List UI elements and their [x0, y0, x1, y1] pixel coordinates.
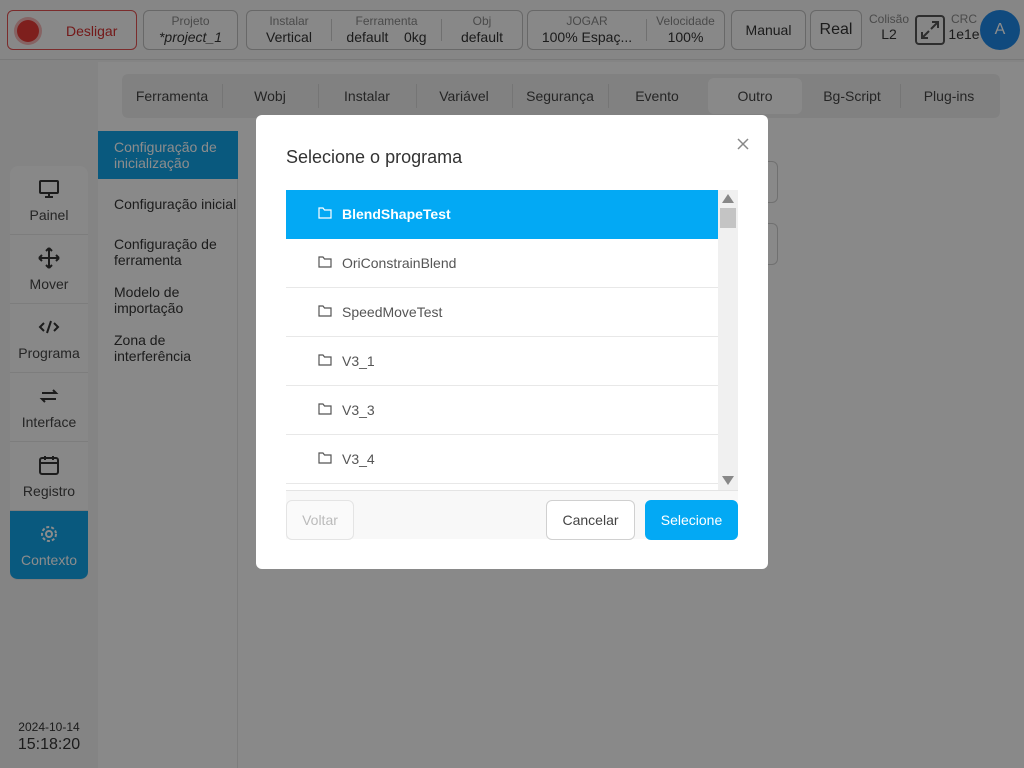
select-button[interactable]: Selecione: [645, 500, 738, 540]
select-program-dialog: Selecione o programa BlendShapeTest OriC…: [256, 115, 768, 569]
folder-icon: [318, 207, 332, 219]
item-name: SpeedMoveTest: [342, 304, 443, 320]
list-item[interactable]: OriConstrainBlend: [286, 239, 718, 288]
dialog-footer: Voltar Cancelar Selecione: [286, 490, 738, 540]
list-item[interactable]: SpeedMoveTest: [286, 288, 718, 337]
close-icon[interactable]: [736, 137, 750, 151]
back-button[interactable]: Voltar: [286, 500, 354, 540]
item-name: V3_4: [342, 451, 375, 467]
folder-icon: [318, 256, 332, 268]
list-item[interactable]: V3_1: [286, 337, 718, 386]
scroll-up-arrow-icon[interactable]: [722, 194, 734, 203]
item-name: OriConstrainBlend: [342, 255, 457, 271]
folder-icon: [318, 452, 332, 464]
program-list: BlendShapeTest OriConstrainBlend SpeedMo…: [286, 190, 718, 490]
list-item[interactable]: V3_4: [286, 435, 718, 484]
scroll-down-arrow-icon[interactable]: [722, 476, 734, 485]
scroll-thumb[interactable]: [720, 208, 736, 228]
list-scrollbar[interactable]: [718, 190, 738, 490]
list-item[interactable]: V3_3: [286, 386, 718, 435]
dialog-title: Selecione o programa: [286, 147, 463, 167]
cancel-button[interactable]: Cancelar: [546, 500, 635, 540]
folder-icon: [318, 305, 332, 317]
item-name: V3_1: [342, 353, 375, 369]
list-item[interactable]: BlendShapeTest: [286, 190, 718, 239]
folder-icon: [318, 354, 332, 366]
folder-icon: [318, 403, 332, 415]
item-name: V3_3: [342, 402, 375, 418]
item-name: BlendShapeTest: [342, 206, 451, 222]
